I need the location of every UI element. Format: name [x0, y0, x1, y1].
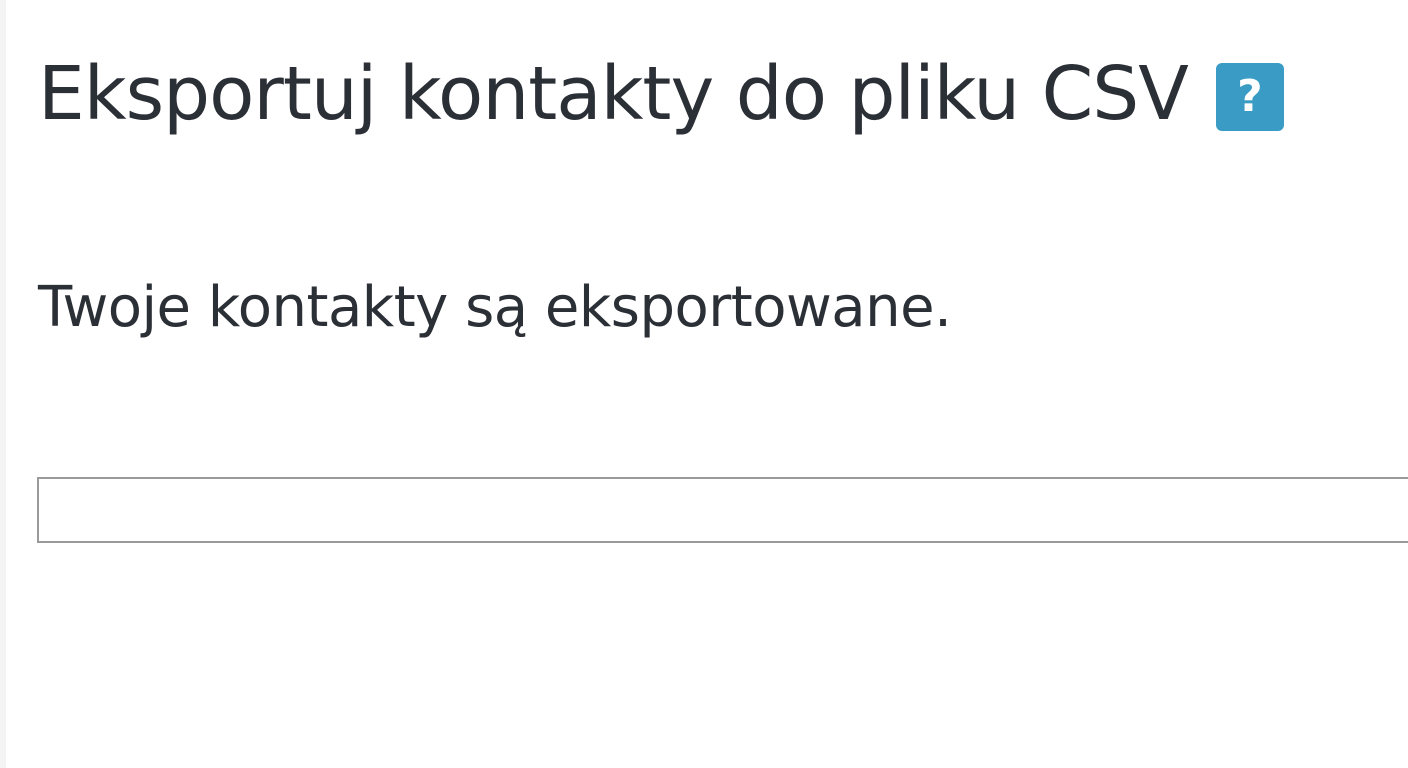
- export-progress-bar: [37, 477, 1408, 543]
- export-page: Eksportuj kontakty do pliku CSV ? Twoje …: [0, 0, 1408, 768]
- page-title: Eksportuj kontakty do pliku CSV: [38, 51, 1189, 137]
- question-mark-icon: ?: [1237, 71, 1263, 122]
- export-status-message: Twoje kontakty są eksportowane.: [38, 275, 952, 340]
- help-button[interactable]: ?: [1215, 63, 1284, 131]
- left-edge-divider: [0, 0, 6, 768]
- title-row: Eksportuj kontakty do pliku CSV ?: [38, 46, 1284, 142]
